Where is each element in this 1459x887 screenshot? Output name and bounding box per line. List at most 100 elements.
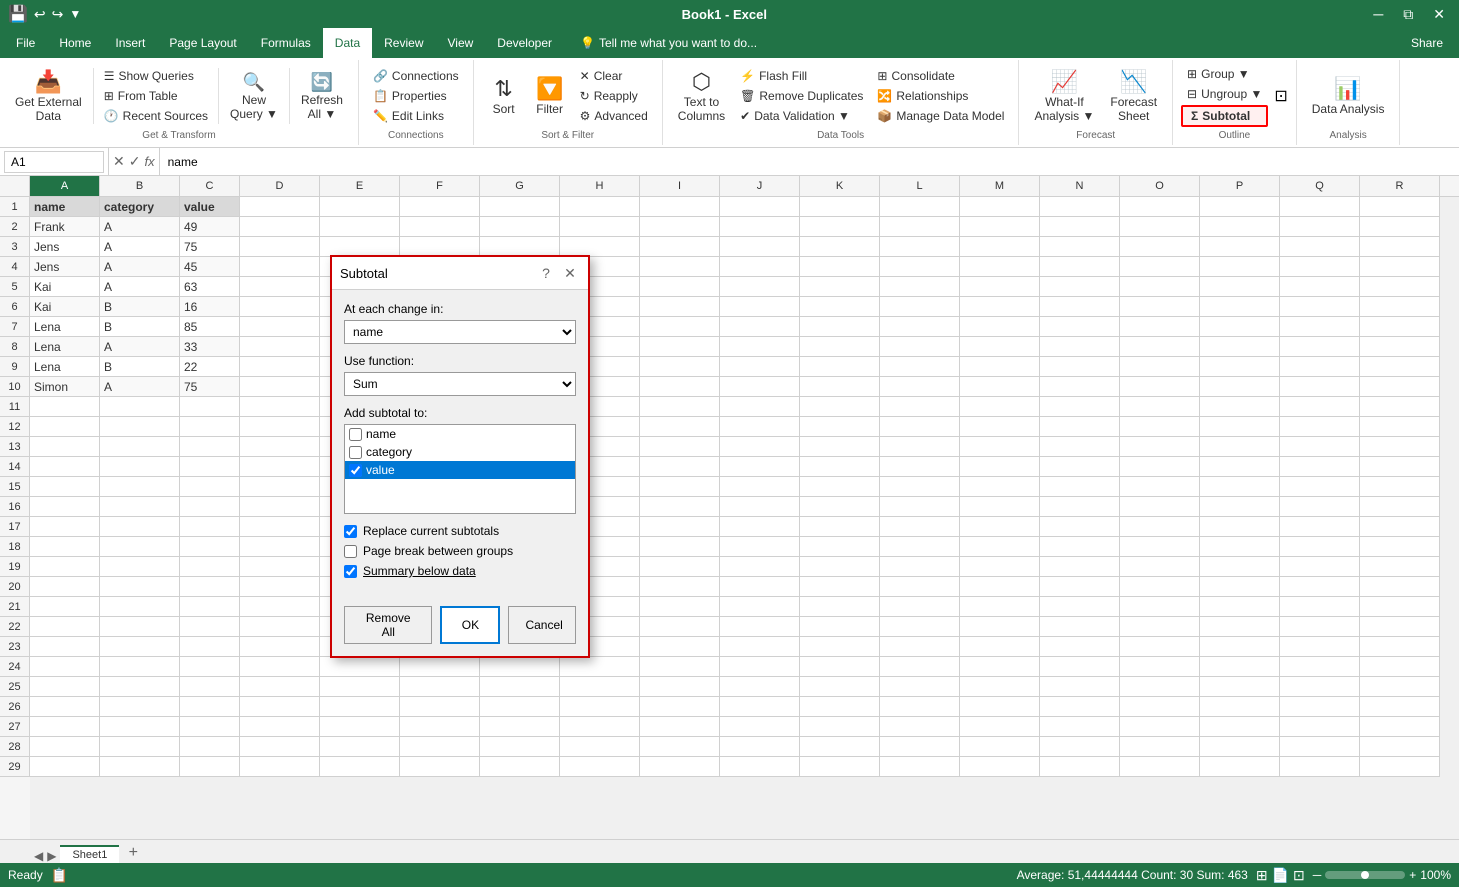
cell-G26[interactable] [480, 697, 560, 717]
cell-O25[interactable] [1120, 677, 1200, 697]
cell-R18[interactable] [1360, 537, 1440, 557]
cell-P15[interactable] [1200, 477, 1280, 497]
cell-L1[interactable] [880, 197, 960, 217]
cell-Q8[interactable] [1280, 337, 1360, 357]
cell-L26[interactable] [880, 697, 960, 717]
cell-N9[interactable] [1040, 357, 1120, 377]
cell-C26[interactable] [180, 697, 240, 717]
listbox-item-category[interactable]: category [345, 443, 575, 461]
cell-Q24[interactable] [1280, 657, 1360, 677]
cell-Q6[interactable] [1280, 297, 1360, 317]
cell-K4[interactable] [800, 257, 880, 277]
cell-D19[interactable] [240, 557, 320, 577]
cell-R22[interactable] [1360, 617, 1440, 637]
cell-O20[interactable] [1120, 577, 1200, 597]
cell-D26[interactable] [240, 697, 320, 717]
cell-K29[interactable] [800, 757, 880, 777]
cell-L14[interactable] [880, 457, 960, 477]
cell-L27[interactable] [880, 717, 960, 737]
flash-fill-button[interactable]: ⚡ Flash Fill [734, 67, 869, 85]
zoom-slider-thumb[interactable] [1361, 871, 1369, 879]
cell-L7[interactable] [880, 317, 960, 337]
subtotal-dialog[interactable]: Subtotal ? ✕ At each change in: name Use… [330, 255, 590, 658]
row-header-18[interactable]: 18 [0, 537, 30, 557]
cell-L9[interactable] [880, 357, 960, 377]
cell-J12[interactable] [720, 417, 800, 437]
cell-L18[interactable] [880, 537, 960, 557]
row-header-29[interactable]: 29 [0, 757, 30, 777]
cell-R11[interactable] [1360, 397, 1440, 417]
cell-N14[interactable] [1040, 457, 1120, 477]
row-header-5[interactable]: 5 [0, 277, 30, 297]
cell-J17[interactable] [720, 517, 800, 537]
normal-view-icon[interactable]: ⊞ [1256, 867, 1268, 884]
cell-D28[interactable] [240, 737, 320, 757]
cell-D18[interactable] [240, 537, 320, 557]
cell-C8[interactable]: 33 [180, 337, 240, 357]
row-header-27[interactable]: 27 [0, 717, 30, 737]
cell-K8[interactable] [800, 337, 880, 357]
row-header-19[interactable]: 19 [0, 557, 30, 577]
cell-M17[interactable] [960, 517, 1040, 537]
cell-C9[interactable]: 22 [180, 357, 240, 377]
zoom-in-icon[interactable]: + [1409, 868, 1416, 882]
cell-K6[interactable] [800, 297, 880, 317]
cell-B3[interactable]: A [100, 237, 180, 257]
cell-I3[interactable] [640, 237, 720, 257]
data-analysis-button[interactable]: 📊 Data Analysis [1305, 71, 1392, 121]
cell-K15[interactable] [800, 477, 880, 497]
cell-L3[interactable] [880, 237, 960, 257]
cell-H2[interactable] [560, 217, 640, 237]
add-sheet-button[interactable]: + [121, 843, 145, 863]
summary-below-checkbox[interactable] [344, 565, 357, 578]
col-header-n[interactable]: N [1040, 176, 1120, 196]
from-table-button[interactable]: ⊞ From Table [98, 87, 214, 105]
cell-Q18[interactable] [1280, 537, 1360, 557]
cell-A1[interactable]: name [30, 197, 100, 217]
refresh-all-button[interactable]: 🔄 RefreshAll ▼ [294, 67, 350, 126]
cell-L16[interactable] [880, 497, 960, 517]
use-function-select[interactable]: Sum [344, 372, 576, 396]
row-header-21[interactable]: 21 [0, 597, 30, 617]
cell-J4[interactable] [720, 257, 800, 277]
cell-C13[interactable] [180, 437, 240, 457]
cell-R14[interactable] [1360, 457, 1440, 477]
cell-P16[interactable] [1200, 497, 1280, 517]
cell-O27[interactable] [1120, 717, 1200, 737]
cell-R2[interactable] [1360, 217, 1440, 237]
cell-C14[interactable] [180, 457, 240, 477]
cell-F29[interactable] [400, 757, 480, 777]
cell-Q29[interactable] [1280, 757, 1360, 777]
row-header-3[interactable]: 3 [0, 237, 30, 257]
remove-all-button[interactable]: Remove All [344, 606, 432, 644]
cell-I13[interactable] [640, 437, 720, 457]
cell-P21[interactable] [1200, 597, 1280, 617]
dialog-close-button[interactable]: ✕ [560, 263, 580, 283]
cell-L12[interactable] [880, 417, 960, 437]
save-icon[interactable]: 💾 [8, 4, 28, 24]
cell-D25[interactable] [240, 677, 320, 697]
row-header-24[interactable]: 24 [0, 657, 30, 677]
cell-H26[interactable] [560, 697, 640, 717]
cell-N11[interactable] [1040, 397, 1120, 417]
cell-N29[interactable] [1040, 757, 1120, 777]
cell-C6[interactable]: 16 [180, 297, 240, 317]
cell-J11[interactable] [720, 397, 800, 417]
cell-P11[interactable] [1200, 397, 1280, 417]
cell-I4[interactable] [640, 257, 720, 277]
cell-C19[interactable] [180, 557, 240, 577]
cell-I24[interactable] [640, 657, 720, 677]
customize-icon[interactable]: ▼ [69, 7, 81, 21]
cell-I16[interactable] [640, 497, 720, 517]
cell-C5[interactable]: 63 [180, 277, 240, 297]
ungroup-button[interactable]: ⊟ Ungroup ▼ [1181, 85, 1268, 103]
cell-A23[interactable] [30, 637, 100, 657]
cell-H27[interactable] [560, 717, 640, 737]
cell-A3[interactable]: Jens [30, 237, 100, 257]
edit-links-button[interactable]: ✏️ Edit Links [367, 107, 465, 125]
menu-view[interactable]: View [436, 28, 486, 58]
cell-O5[interactable] [1120, 277, 1200, 297]
cell-B26[interactable] [100, 697, 180, 717]
cell-I29[interactable] [640, 757, 720, 777]
cell-Q16[interactable] [1280, 497, 1360, 517]
